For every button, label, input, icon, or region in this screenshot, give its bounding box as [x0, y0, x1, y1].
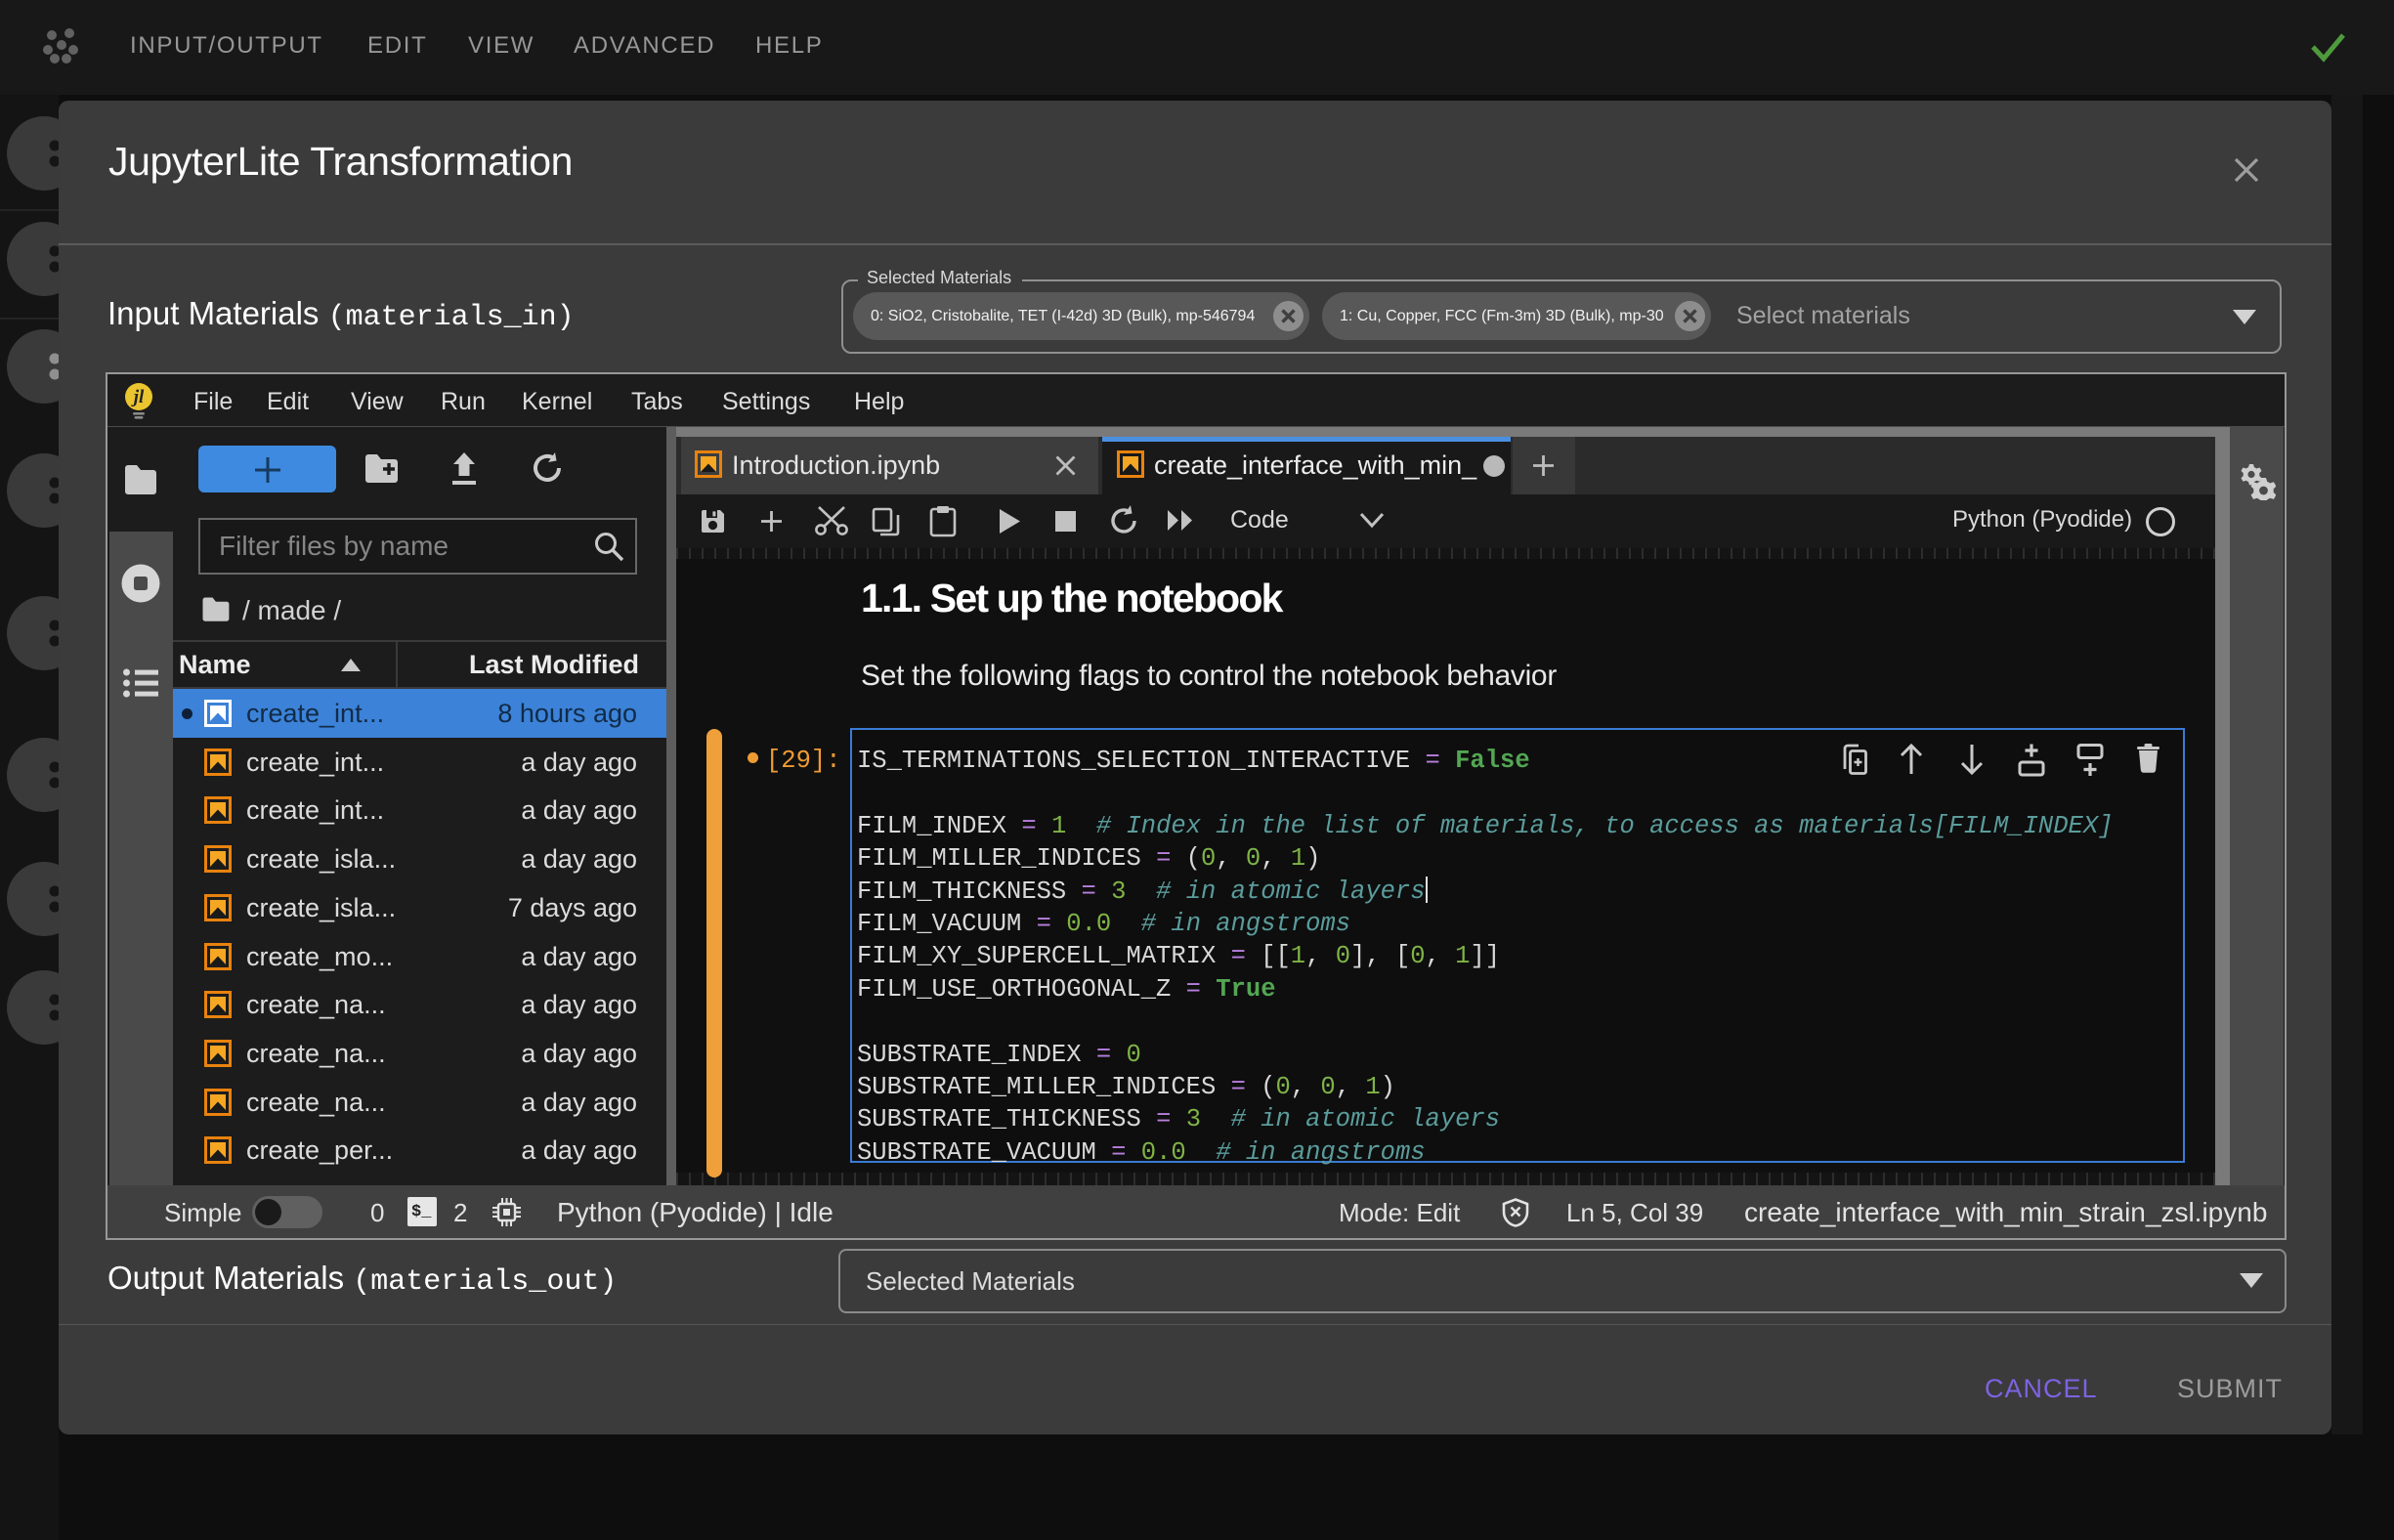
svg-text:jl: jl — [131, 387, 145, 407]
